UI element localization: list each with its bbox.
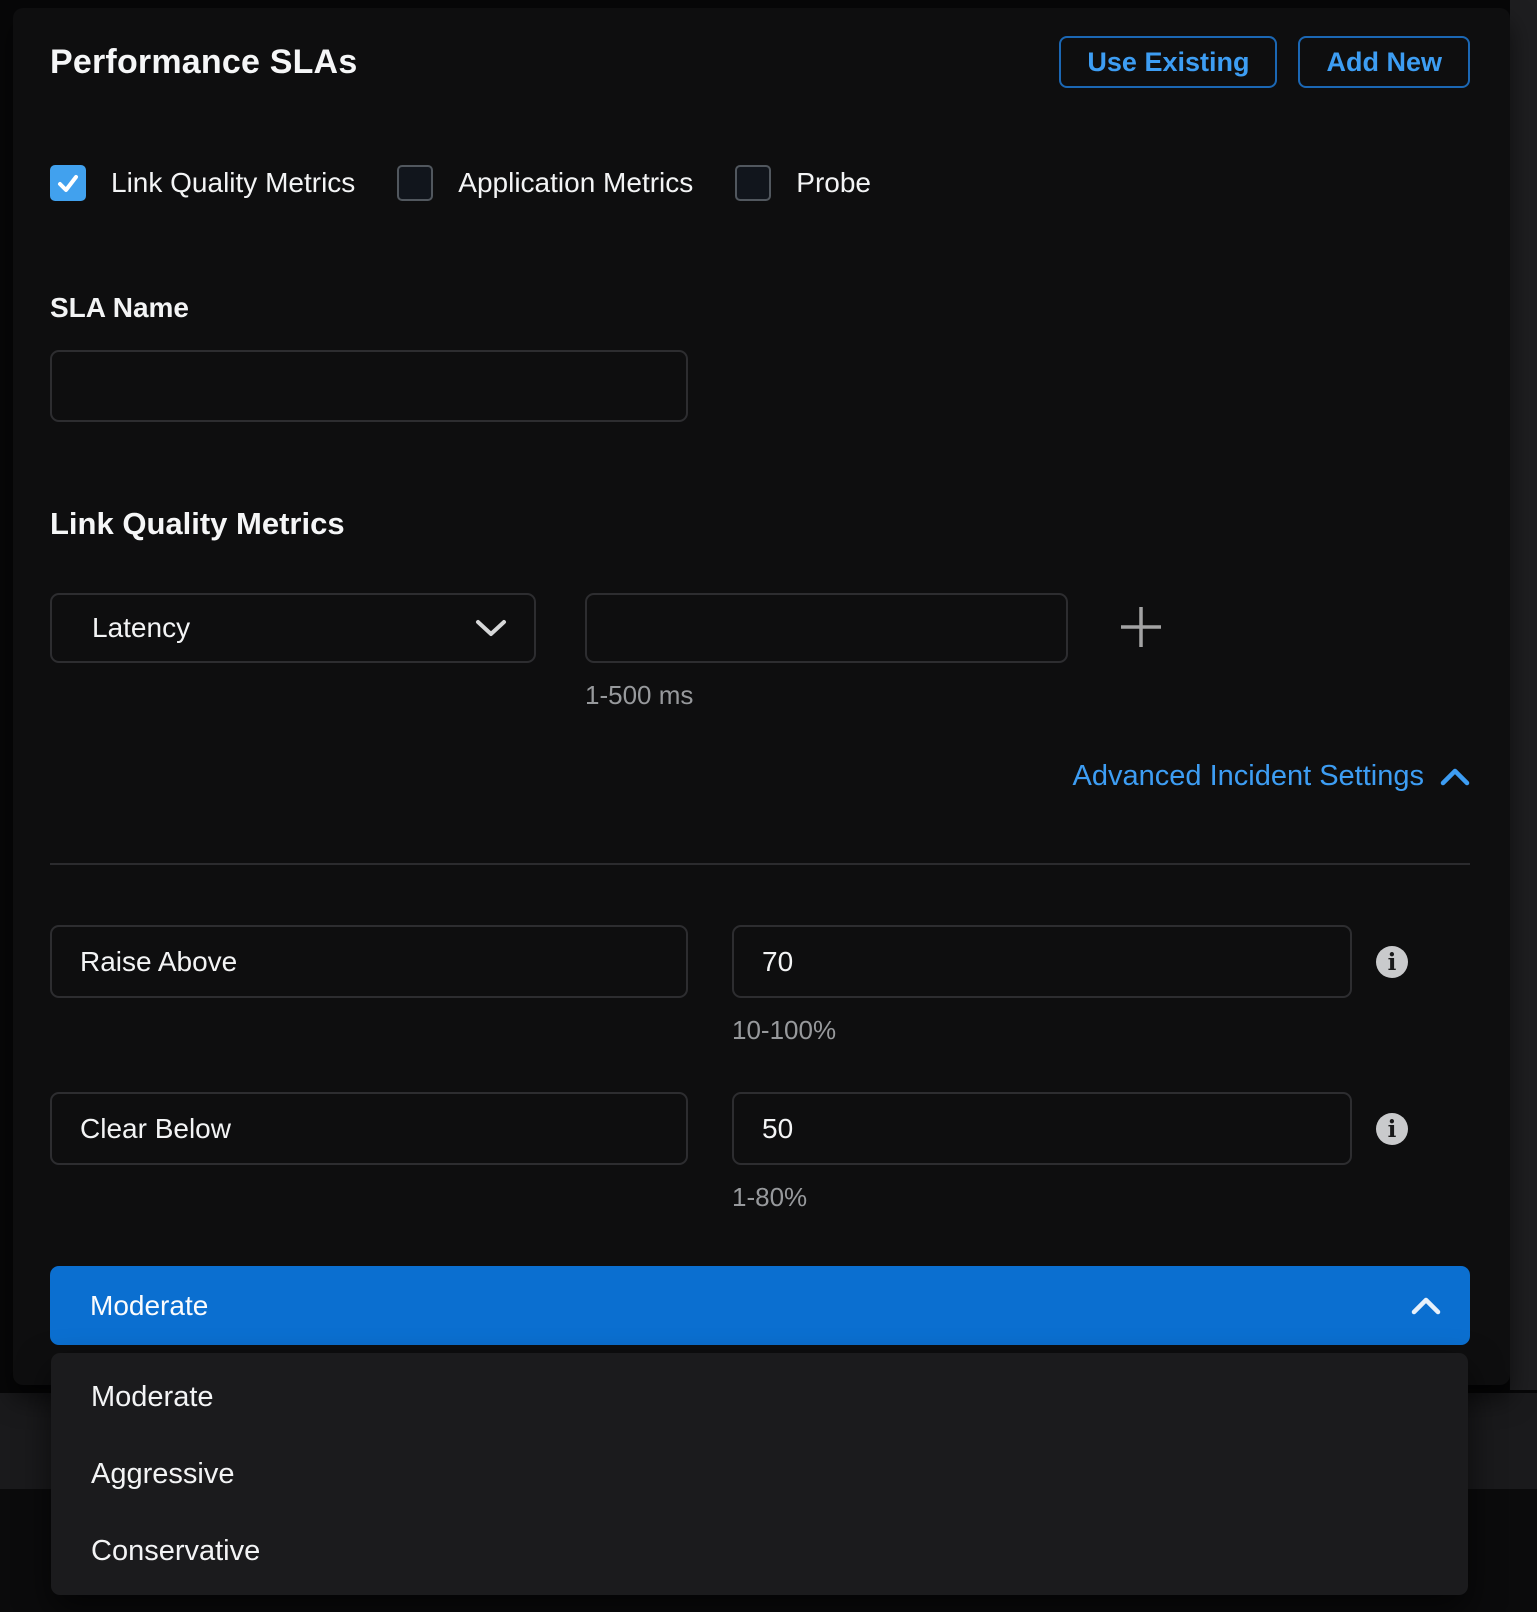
metric-row: Latency 1-500 ms [50, 593, 1470, 711]
probe-checkbox[interactable] [735, 165, 771, 201]
chevron-up-icon [1440, 767, 1470, 787]
threshold-input[interactable] [585, 593, 1068, 663]
raise-above-field: 10-100% [732, 925, 1352, 1046]
use-existing-button[interactable]: Use Existing [1059, 36, 1277, 88]
chevron-up-icon [1410, 1295, 1442, 1316]
plus-icon [1117, 603, 1165, 651]
add-metric-button[interactable] [1117, 603, 1165, 651]
sensitivity-dropdown-menu: Moderate Aggressive Conservative [51, 1353, 1468, 1595]
performance-slas-panel: Performance SLAs Use Existing Add New Li… [13, 8, 1510, 1385]
raise-above-hint: 10-100% [732, 1015, 1352, 1046]
sensitivity-selected-value: Moderate [90, 1290, 1410, 1322]
clear-below-label-box[interactable]: Clear Below [50, 1092, 688, 1165]
advanced-settings-row: Advanced Incident Settings [50, 760, 1470, 793]
clear-below-field: 1-80% [732, 1092, 1352, 1213]
menu-item-moderate[interactable]: Moderate [51, 1359, 1468, 1435]
metric-select-value: Latency [92, 612, 474, 644]
clear-below-input[interactable] [732, 1092, 1352, 1165]
toggle-probe: Probe [735, 165, 871, 201]
add-new-button[interactable]: Add New [1298, 36, 1470, 88]
raise-above-row: Raise Above 10-100% i [50, 925, 1470, 1046]
clear-below-hint: 1-80% [732, 1182, 1352, 1213]
toggle-label: Link Quality Metrics [111, 167, 355, 199]
page-title: Performance SLAs [50, 43, 357, 82]
link-quality-metrics-checkbox[interactable] [50, 165, 86, 201]
panel-header: Performance SLAs Use Existing Add New [50, 36, 1470, 88]
clear-below-row: Clear Below 1-80% i [50, 1092, 1470, 1213]
scrollbar-gutter [1510, 0, 1537, 1390]
chevron-down-icon [474, 617, 508, 639]
metric-type-toggles: Link Quality Metrics Application Metrics… [50, 165, 1470, 201]
link-quality-metrics-heading: Link Quality Metrics [50, 506, 1470, 542]
header-buttons: Use Existing Add New [1059, 36, 1470, 88]
toggle-label: Probe [796, 167, 871, 199]
checkmark-icon [56, 171, 80, 195]
section-divider [50, 863, 1470, 865]
advanced-incident-settings-label: Advanced Incident Settings [1073, 760, 1424, 793]
toggle-label: Application Metrics [458, 167, 693, 199]
menu-item-aggressive[interactable]: Aggressive [51, 1436, 1468, 1512]
advanced-incident-settings-link[interactable]: Advanced Incident Settings [1073, 760, 1470, 793]
sla-name-label: SLA Name [50, 292, 1470, 324]
threshold-hint: 1-500 ms [585, 680, 1068, 711]
toggle-application-metrics: Application Metrics [397, 165, 693, 201]
application-metrics-checkbox[interactable] [397, 165, 433, 201]
threshold-field: 1-500 ms [585, 593, 1068, 711]
sensitivity-select[interactable]: Moderate [50, 1266, 1470, 1345]
metric-select[interactable]: Latency [50, 593, 536, 663]
toggle-link-quality-metrics: Link Quality Metrics [50, 165, 355, 201]
raise-above-info-icon[interactable]: i [1376, 946, 1408, 978]
raise-above-input[interactable] [732, 925, 1352, 998]
sla-name-input[interactable] [50, 350, 688, 422]
raise-above-label-box[interactable]: Raise Above [50, 925, 688, 998]
clear-below-info-icon[interactable]: i [1376, 1113, 1408, 1145]
menu-item-conservative[interactable]: Conservative [51, 1513, 1468, 1589]
